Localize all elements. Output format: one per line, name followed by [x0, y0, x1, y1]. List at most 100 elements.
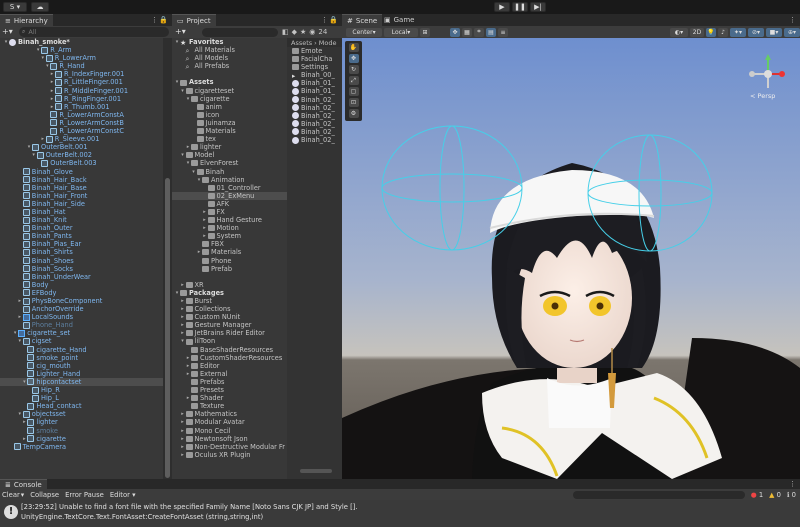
hierarchy-item[interactable]: R_LowerArmConstA — [0, 111, 163, 119]
project-folder-item[interactable]: ⌕ All Materials — [172, 46, 287, 55]
gizmo-move-icon[interactable]: ✥ — [450, 27, 460, 37]
project-folder-item[interactable]: ▸ Mono Cecil — [172, 427, 287, 435]
project-folder-item[interactable]: Prefab — [172, 265, 287, 273]
hierarchy-item[interactable]: Binah_Pias_Ear — [0, 240, 163, 248]
file-item[interactable]: Settings — [287, 63, 342, 71]
snap-icon[interactable]: ⌗ — [474, 27, 484, 37]
expand-arrow-icon[interactable]: ▸ — [180, 313, 186, 321]
warning-count[interactable]: ▲ 0 — [769, 491, 781, 499]
expand-arrow-icon[interactable]: ▾ — [17, 410, 23, 418]
hierarchy-item[interactable]: Body — [0, 281, 163, 289]
grid-view-icon[interactable]: ▤ — [486, 27, 496, 37]
file-item[interactable]: FacialCha — [287, 55, 342, 63]
hierarchy-item[interactable]: OuterBelt.003 — [0, 159, 163, 167]
hierarchy-item[interactable]: R_LowerArmConstC — [0, 127, 163, 135]
expand-arrow-icon[interactable]: ▸ — [180, 418, 186, 426]
transform-tool-icon[interactable]: ⊡ — [348, 98, 359, 107]
hierarchy-item[interactable]: Binah_Hair_Back — [0, 176, 163, 184]
hierarchy-item[interactable]: ▾ cigset — [0, 337, 163, 345]
project-folder-item[interactable]: Prefabs — [172, 378, 287, 386]
expand-arrow-icon[interactable]: ▸ — [180, 281, 186, 289]
project-folder-item[interactable]: ▾ Packages — [172, 289, 287, 297]
shading-mode-icon[interactable]: ◐▾ — [670, 27, 688, 37]
project-folder-item[interactable]: ▾ Assets — [172, 78, 287, 86]
project-folder-item[interactable]: 02_ExMenu — [172, 191, 287, 200]
hierarchy-item[interactable]: ▸ cigarette — [0, 435, 163, 443]
hierarchy-item[interactable]: ▾ OuterBelt.002 — [0, 151, 163, 159]
project-folder-item[interactable]: ▸ lighter — [172, 143, 287, 151]
more-icon[interactable]: ⋮ — [321, 16, 328, 24]
cloud-icon[interactable]: ☁ — [31, 2, 49, 12]
project-folder-item[interactable]: ▾ Binah — [172, 168, 287, 176]
hierarchy-item[interactable]: Binah_Pants — [0, 232, 163, 240]
project-folder-item[interactable]: ▸ Shader — [172, 394, 287, 402]
hierarchy-item[interactable]: Binah_Hat — [0, 208, 163, 216]
expand-arrow-icon[interactable]: ▸ — [202, 208, 208, 216]
lighting-icon[interactable]: 💡 — [706, 27, 716, 37]
project-folder-item[interactable]: ▸ Custom NUnit — [172, 313, 287, 321]
hierarchy-item[interactable]: EFBody — [0, 289, 163, 297]
error-count[interactable]: ● 1 — [751, 491, 763, 499]
tab-game[interactable]: ▣ Game — [384, 16, 414, 24]
lock-icon[interactable]: 🔒 — [159, 16, 168, 24]
filter-label-icon[interactable]: ◆ — [292, 28, 297, 36]
expand-arrow-icon[interactable]: ▸ — [180, 410, 186, 418]
project-folder-item[interactable]: ▾ Animation — [172, 176, 287, 184]
console-search[interactable] — [572, 490, 745, 499]
project-folder-item[interactable]: Juinamza — [172, 119, 287, 127]
expand-arrow-icon[interactable]: ▸ — [180, 329, 186, 337]
hierarchy-item[interactable]: Binah_Hair_Base — [0, 184, 163, 192]
hierarchy-item[interactable]: Binah_Glove — [0, 168, 163, 176]
project-folder-item[interactable]: tex — [172, 135, 287, 143]
create-plus-button[interactable]: +▾ — [2, 27, 13, 36]
project-folder-item[interactable]: ▸ Editor — [172, 362, 287, 370]
hierarchy-item[interactable]: ▸ R_RingFinger.001 — [0, 95, 163, 103]
expand-arrow-icon[interactable]: ▸ — [202, 224, 208, 232]
hierarchy-item[interactable]: Head_contact — [0, 402, 163, 410]
hierarchy-item[interactable]: ▸ LocalSounds — [0, 313, 163, 321]
hierarchy-item[interactable]: smoke_point — [0, 354, 163, 362]
project-folder-item[interactable]: anim — [172, 103, 287, 111]
tab-console[interactable]: ≣ Console — [0, 479, 47, 489]
file-item[interactable]: Binah_02_ — [287, 96, 342, 104]
icon-size-slider[interactable] — [300, 469, 332, 473]
hierarchy-item[interactable]: Hip_L — [0, 394, 163, 402]
eye-icon[interactable]: ◉ — [309, 28, 315, 36]
hierarchy-item[interactable]: Binah_Hair_Side — [0, 200, 163, 208]
hierarchy-item[interactable]: ▾ objectsset — [0, 410, 163, 418]
rect-tool-icon[interactable]: ▢ — [348, 87, 359, 96]
hierarchy-item[interactable]: cigarette_Hand — [0, 346, 163, 354]
file-item[interactable]: Binah_02_ — [287, 128, 342, 136]
hierarchy-item[interactable]: AnchorOverride — [0, 305, 163, 313]
hierarchy-item[interactable]: ▸ R_Thumb.001 — [0, 103, 163, 111]
grid-icon[interactable]: ▦ — [462, 27, 472, 37]
expand-arrow-icon[interactable]: ▸ — [202, 232, 208, 240]
project-folder-item[interactable]: ⌕ All Prefabs — [172, 62, 287, 71]
filter-type-icon[interactable]: ◧ — [282, 28, 289, 36]
scene-view[interactable]: < Persp ✋ ✥ ↻ ⤢ ▢ ⊡ ⚙ — [342, 38, 800, 479]
project-folder-item[interactable]: ▸ JetBrains Rider Editor — [172, 329, 287, 337]
audio-icon[interactable]: ♪ — [718, 27, 728, 37]
console-log-entry[interactable]: ! [23:29:52] Unable to find a font file … — [0, 500, 800, 527]
hand-tool-icon[interactable]: ✋ — [348, 43, 359, 52]
log-count[interactable]: ℹ 0 — [787, 491, 796, 499]
expand-arrow-icon[interactable]: ▾ — [180, 337, 186, 345]
hierarchy-item[interactable]: Binah_Shoes — [0, 257, 163, 265]
expand-arrow-icon[interactable]: ▾ — [17, 337, 23, 345]
gizmos-icon[interactable]: ⊕▾ — [784, 27, 800, 37]
hierarchy-item[interactable]: ▾ cigarette_set — [0, 329, 163, 337]
project-folder-item[interactable]: ▸ System — [172, 232, 287, 240]
expand-arrow-icon[interactable]: ▾ — [40, 54, 46, 62]
project-folder-item[interactable]: ▾ Model — [172, 151, 287, 159]
project-folder-item[interactable]: ▸ Oculus XR Plugin — [172, 451, 287, 459]
hierarchy-item[interactable]: ▾ Binah_smoke* — [0, 38, 163, 46]
file-item[interactable]: Binah_02_ — [287, 112, 342, 120]
tab-scene[interactable]: # Scene — [342, 14, 383, 26]
more-icon[interactable]: ⋮ — [789, 480, 796, 488]
breadcrumb-item[interactable]: Assets — [291, 39, 312, 47]
expand-arrow-icon[interactable]: ▾ — [31, 151, 37, 159]
project-folder-item[interactable]: Materials — [172, 127, 287, 135]
clear-button[interactable]: Clear — [2, 491, 20, 499]
grid-snap-icon[interactable]: ⊞ — [420, 27, 430, 37]
hierarchy-item[interactable]: Lighter_Hand — [0, 370, 163, 378]
